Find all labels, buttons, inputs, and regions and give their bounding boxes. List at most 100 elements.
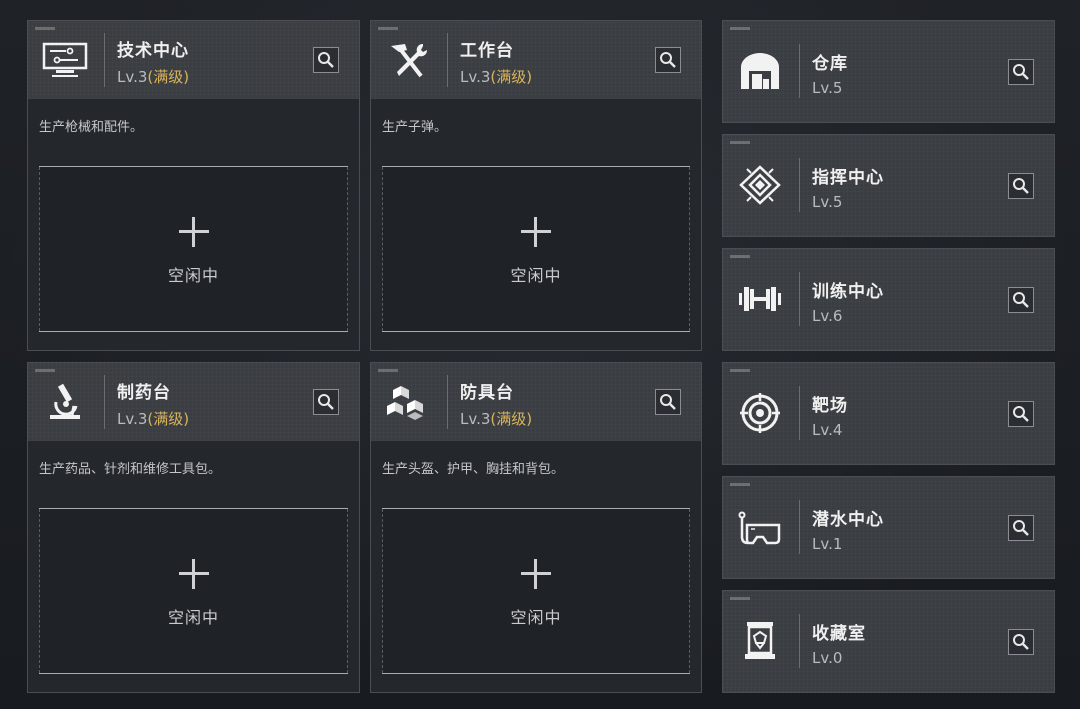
- station-card-warehouse[interactable]: 仓库 Lv.5: [722, 20, 1055, 123]
- station-title: 指挥中心: [812, 168, 884, 188]
- search-icon: [314, 390, 338, 414]
- header-tag: [730, 27, 750, 30]
- station-title: 制药台: [117, 383, 171, 403]
- header-divider: [799, 44, 800, 98]
- search-button[interactable]: [655, 389, 681, 415]
- add-icon: [178, 559, 209, 589]
- search-icon: [1009, 288, 1033, 312]
- header-tag: [35, 369, 55, 372]
- computer-icon: [42, 40, 88, 80]
- search-button[interactable]: [1008, 629, 1034, 655]
- station-title: 靶场: [812, 396, 848, 416]
- station-description: 生产头盔、护甲、胸挂和背包。: [382, 462, 565, 477]
- station-description: 生产子弹。: [382, 120, 448, 135]
- card-header: 工作台 Lv.3(满级): [371, 21, 701, 99]
- max-level-badge: (满级): [147, 410, 190, 428]
- station-title: 工作台: [460, 41, 514, 61]
- slot-status: 空闲中: [510, 608, 562, 627]
- header-tag: [730, 141, 750, 144]
- search-icon: [314, 48, 338, 72]
- max-level-badge: (满级): [490, 68, 533, 86]
- search-button[interactable]: [313, 389, 339, 415]
- header-divider: [799, 158, 800, 212]
- card-header: 制药台 Lv.3(满级): [28, 363, 359, 441]
- header-divider: [104, 375, 105, 429]
- header-tag: [730, 597, 750, 600]
- search-icon: [1009, 630, 1033, 654]
- station-level: Lv.5: [812, 193, 843, 211]
- station-card-workbench[interactable]: 工作台 Lv.3(满级) 生产子弹。 空闲中: [370, 20, 702, 351]
- slot-status: 空闲中: [167, 608, 219, 627]
- station-card-tech-center[interactable]: 技术中心 Lv.3(满级) 生产枪械和配件。 空闲中: [27, 20, 360, 351]
- station-level: Lv.4: [812, 421, 843, 439]
- station-level: Lv.3(满级): [460, 68, 533, 86]
- production-slot[interactable]: 空闲中: [382, 166, 690, 332]
- station-level: Lv.3(满级): [117, 410, 190, 428]
- station-level: Lv.3(满级): [460, 410, 533, 428]
- card-header: 防具台 Lv.3(满级): [371, 363, 701, 441]
- station-level: Lv.1: [812, 535, 843, 553]
- search-icon: [1009, 402, 1033, 426]
- station-title: 仓库: [812, 54, 848, 74]
- max-level-badge: (满级): [490, 410, 533, 428]
- header-divider: [104, 33, 105, 87]
- command-emblem-icon: [737, 165, 783, 205]
- station-card-pharmacy[interactable]: 制药台 Lv.3(满级) 生产药品、针剂和维修工具包。 空闲中: [27, 362, 360, 693]
- header-divider: [799, 272, 800, 326]
- add-icon: [521, 559, 551, 589]
- search-button[interactable]: [313, 47, 339, 73]
- target-icon: [737, 393, 783, 433]
- header-tag: [730, 255, 750, 258]
- card-header: 技术中心 Lv.3(满级): [28, 21, 359, 99]
- tools-icon: [385, 40, 431, 80]
- station-card-diving-center[interactable]: 潜水中心 Lv.1: [722, 476, 1055, 579]
- add-icon: [178, 217, 209, 247]
- header-divider: [799, 500, 800, 554]
- header-tag: [378, 369, 398, 372]
- display-case-icon: [737, 621, 783, 661]
- header-divider: [447, 33, 448, 87]
- add-icon: [521, 217, 551, 247]
- station-title: 技术中心: [117, 41, 189, 61]
- station-level: Lv.0: [812, 649, 843, 667]
- max-level-badge: (满级): [147, 68, 190, 86]
- search-button[interactable]: [1008, 287, 1034, 313]
- header-divider: [799, 614, 800, 668]
- station-level: Lv.3(满级): [117, 68, 190, 86]
- production-slot[interactable]: 空闲中: [39, 166, 348, 332]
- production-slot[interactable]: 空闲中: [39, 508, 348, 674]
- slot-status: 空闲中: [510, 266, 562, 285]
- slot-status: 空闲中: [167, 266, 219, 285]
- search-button[interactable]: [1008, 515, 1034, 541]
- header-tag: [730, 483, 750, 486]
- header-divider: [447, 375, 448, 429]
- station-card-collection-room[interactable]: 收藏室 Lv.0: [722, 590, 1055, 693]
- header-tag: [35, 27, 55, 30]
- search-button[interactable]: [1008, 173, 1034, 199]
- header-divider: [799, 386, 800, 440]
- search-button[interactable]: [655, 47, 681, 73]
- station-title: 潜水中心: [812, 510, 884, 530]
- search-button[interactable]: [1008, 401, 1034, 427]
- search-button[interactable]: [1008, 59, 1034, 85]
- station-card-command-center[interactable]: 指挥中心 Lv.5: [722, 134, 1055, 237]
- station-level: Lv.5: [812, 79, 843, 97]
- station-card-training-center[interactable]: 训练中心 Lv.6: [722, 248, 1055, 351]
- station-description: 生产枪械和配件。: [39, 120, 144, 135]
- dumbbell-icon: [737, 279, 783, 319]
- header-tag: [730, 369, 750, 372]
- station-title: 防具台: [460, 383, 514, 403]
- production-slot[interactable]: 空闲中: [382, 508, 690, 674]
- search-icon: [656, 390, 680, 414]
- station-title: 收藏室: [812, 624, 866, 644]
- station-card-armor-bench[interactable]: 防具台 Lv.3(满级) 生产头盔、护甲、胸挂和背包。 空闲中: [370, 362, 702, 693]
- header-tag: [378, 27, 398, 30]
- search-icon: [656, 48, 680, 72]
- microscope-icon: [42, 382, 88, 422]
- station-title: 训练中心: [812, 282, 884, 302]
- search-icon: [1009, 174, 1033, 198]
- search-icon: [1009, 60, 1033, 84]
- station-card-shooting-range[interactable]: 靶场 Lv.4: [722, 362, 1055, 465]
- cubes-icon: [385, 382, 431, 422]
- station-description: 生产药品、针剂和维修工具包。: [39, 462, 222, 477]
